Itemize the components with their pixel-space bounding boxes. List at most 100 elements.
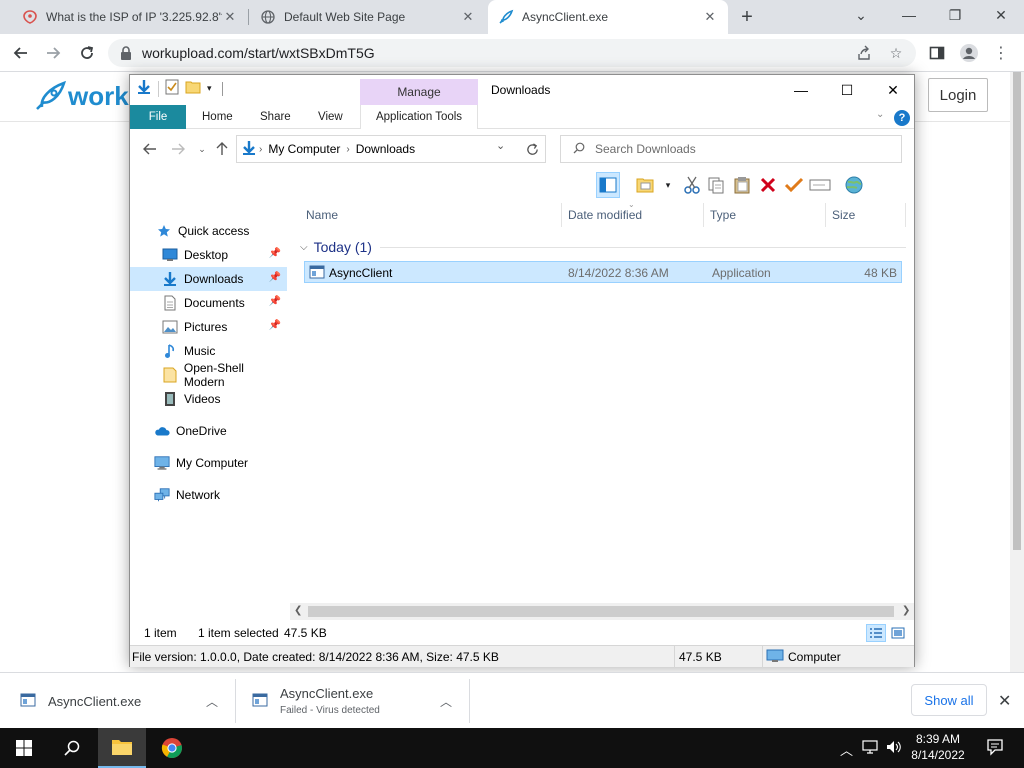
copy-icon[interactable] (704, 172, 728, 198)
close-window-button[interactable]: ✕ (978, 0, 1024, 30)
column-name[interactable]: Name (300, 203, 562, 227)
nav-open-shell-modern[interactable]: Open-Shell Modern (130, 361, 287, 389)
nav-quick-access[interactable]: Quick access (130, 219, 287, 243)
chevron-down-icon[interactable]: ▾ (656, 172, 680, 198)
properties-globe-icon[interactable] (842, 172, 866, 198)
network-icon[interactable] (862, 740, 878, 757)
qat-dropdown-icon[interactable]: ▾ (207, 83, 212, 94)
page-scrollbar[interactable] (1010, 72, 1024, 672)
navigation-pane-icon[interactable] (596, 172, 620, 198)
horizontal-scrollbar[interactable]: ❮ ❯ (290, 603, 914, 620)
chevron-up-icon[interactable]: ︿ (440, 693, 452, 710)
tab-isp-lookup[interactable]: What is the ISP of IP '3.225.92.8'? ✕ (12, 0, 248, 34)
share-icon[interactable] (852, 39, 876, 67)
delete-icon[interactable] (756, 172, 780, 198)
cut-icon[interactable] (680, 172, 704, 198)
nav-my-computer[interactable]: My Computer (130, 451, 287, 475)
tab-view[interactable]: View (306, 105, 355, 129)
download-arrow-icon[interactable] (136, 79, 152, 98)
restore-button[interactable]: ❐ (932, 0, 978, 30)
back-button[interactable] (140, 139, 160, 159)
profile-avatar[interactable] (956, 41, 982, 65)
scroll-right-icon[interactable]: ❯ (902, 605, 910, 616)
chevron-down-icon[interactable]: ⌄ (838, 0, 884, 30)
paste-icon[interactable] (730, 172, 754, 198)
download-item-failed[interactable]: AsyncClient.exe Failed - Virus detected … (236, 679, 470, 723)
tab-asyncclient[interactable]: AsyncClient.exe ✕ (488, 0, 728, 34)
chevron-up-icon[interactable]: ︿ (840, 740, 853, 759)
nav-pictures[interactable]: Pictures 📌 (130, 315, 287, 339)
refresh-button[interactable] (520, 135, 546, 163)
recent-locations-icon[interactable]: ⌄ (192, 139, 212, 159)
breadcrumb-my-computer[interactable]: My Computer (268, 142, 340, 156)
pin-icon[interactable]: 📌 (269, 296, 281, 307)
minimize-button[interactable]: — (778, 75, 824, 105)
help-icon[interactable]: ? (894, 110, 910, 126)
chevron-down-icon[interactable]: ⌄ (876, 109, 884, 120)
tab-home[interactable]: Home (190, 105, 245, 129)
close-icon[interactable]: ✕ (460, 9, 476, 25)
search-button[interactable] (48, 728, 96, 768)
checkmark-icon[interactable] (782, 172, 806, 198)
reload-button[interactable] (74, 41, 100, 65)
taskbar-file-explorer[interactable] (98, 728, 146, 768)
column-size[interactable]: Size (826, 203, 906, 227)
nav-network[interactable]: Network (130, 483, 287, 507)
tab-default-web-site[interactable]: Default Web Site Page ✕ (250, 0, 486, 34)
scrollbar-thumb[interactable] (1013, 72, 1021, 550)
rename-icon[interactable] (808, 172, 832, 198)
tab-file[interactable]: File (130, 105, 186, 129)
scroll-left-icon[interactable]: ❮ (294, 605, 302, 616)
close-icon[interactable]: ✕ (702, 9, 718, 25)
large-icons-view-icon[interactable] (888, 624, 908, 642)
start-button[interactable] (0, 728, 48, 768)
up-button[interactable] (212, 139, 232, 159)
menu-icon[interactable]: ⋮ (988, 41, 1014, 65)
nav-music[interactable]: Music (130, 339, 287, 363)
minimize-button[interactable]: — (886, 0, 932, 30)
back-button[interactable] (8, 41, 34, 65)
maximize-button[interactable]: ☐ (824, 75, 870, 105)
breadcrumb-downloads[interactable]: Downloads (356, 142, 415, 156)
properties-icon[interactable] (165, 79, 179, 98)
group-header-today[interactable]: ⌵ Today (1) (300, 237, 906, 257)
taskbar-chrome[interactable] (148, 728, 196, 768)
site-logo[interactable]: worku (34, 80, 145, 112)
column-type[interactable]: Type (704, 203, 826, 227)
new-tab-button[interactable]: + (736, 6, 758, 28)
tab-application-tools[interactable]: Application Tools (360, 105, 478, 129)
forward-button[interactable] (168, 139, 188, 159)
login-button[interactable]: Login (928, 78, 988, 112)
nav-onedrive[interactable]: OneDrive (130, 419, 287, 443)
file-row-asyncclient[interactable]: AsyncClient 8/14/2022 8:36 AM Applicatio… (304, 261, 902, 283)
side-panel-icon[interactable] (924, 41, 950, 65)
new-folder-icon[interactable] (185, 80, 201, 97)
download-item[interactable]: AsyncClient.exe ︿ (0, 679, 236, 723)
scrollbar-thumb[interactable] (308, 606, 894, 617)
notifications-icon[interactable] (986, 738, 1004, 759)
details-view-icon[interactable] (866, 624, 886, 642)
close-icon[interactable]: ✕ (222, 9, 238, 25)
address-bar[interactable]: workupload.com/start/wxtSBxDmT5G ☆ (108, 39, 916, 67)
nav-documents[interactable]: Documents 📌 (130, 291, 287, 315)
close-icon[interactable]: ✕ (998, 691, 1011, 711)
pin-icon[interactable]: 📌 (269, 320, 281, 331)
details-size: 47.5 KB (679, 650, 722, 664)
nav-desktop[interactable]: Desktop 📌 (130, 243, 287, 267)
close-window-button[interactable]: ✕ (870, 75, 916, 105)
show-all-button[interactable]: Show all (911, 684, 987, 716)
chevron-up-icon[interactable]: ︿ (206, 693, 218, 710)
folder-options-icon[interactable] (634, 172, 658, 198)
manage-tab[interactable]: Manage (360, 79, 478, 105)
system-clock[interactable]: 8:39 AM 8/14/2022 (896, 731, 980, 763)
search-input[interactable]: Search Downloads (560, 135, 902, 163)
sort-indicator-icon: ⌄ (628, 200, 635, 209)
nav-videos[interactable]: Videos (130, 387, 287, 411)
pin-icon[interactable]: 📌 (269, 248, 281, 259)
tab-share[interactable]: Share (248, 105, 303, 129)
chevron-down-icon[interactable]: ⌄ (496, 139, 505, 152)
forward-button[interactable] (40, 41, 66, 65)
pin-icon[interactable]: 📌 (269, 272, 281, 283)
nav-downloads[interactable]: Downloads 📌 (130, 267, 287, 291)
star-icon[interactable]: ☆ (884, 39, 908, 67)
